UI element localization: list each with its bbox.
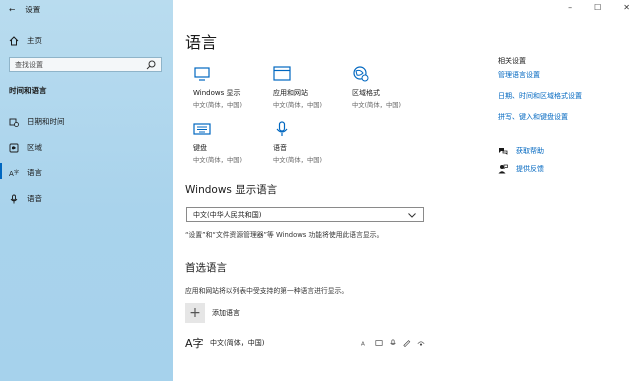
search-icon[interactable] [146,60,156,70]
tile-label: 语音 [273,144,287,152]
back-arrow-icon[interactable]: ← [9,5,15,14]
tile-label: 区域格式 [352,89,380,97]
list-item[interactable]: A字 中文(简体，中国) A [185,335,425,351]
window-title: 设置 [25,5,41,14]
tile-label: 键盘 [193,144,207,152]
tile-sublabel: 中文(简体，中国) [193,157,242,164]
window-controls: – ☐ ✕ [568,3,630,12]
display-language-note: “设置”和“文件资源管理器”等 Windows 功能将使用此语言显示。 [185,231,384,239]
handwriting-feature-icon [403,339,411,347]
language-icon: A字 [9,168,19,178]
get-help-label: 获取帮助 [516,147,544,155]
tile-sublabel: 中文(简体，中国) [273,102,322,109]
language-features: A [361,339,425,347]
app-window-icon [273,66,291,82]
keyboard-icon [193,121,211,137]
close-button[interactable]: ✕ [623,3,630,12]
language-glyph-icon: A字 [185,337,204,350]
globe-icon [9,143,19,153]
help-chat-icon [498,146,508,156]
window-title-bar: ← 设置 [9,4,40,15]
home-icon [9,35,19,46]
sidebar-item-label: 日期和时间 [27,117,65,126]
add-language-label: 添加语言 [212,309,240,317]
minimize-button[interactable]: – [568,3,572,12]
tile-region-format[interactable]: 区域格式 中文(简体，中国) [352,66,427,109]
give-feedback-label: 提供反馈 [516,165,544,173]
tile-sublabel: 中文(简体，中国) [352,102,401,109]
spelling-typing-keyboard-link[interactable]: 拼写、键入和键盘设置 [498,112,568,122]
sidebar-item-language[interactable]: A字 语言 [0,163,164,179]
monitor-icon [193,66,211,82]
keyboard-feature-icon [375,339,383,347]
related-settings-heading: 相关设置 [498,57,526,65]
language-name: 中文(简体，中国) [210,339,265,347]
plus-icon: + [185,303,205,323]
speech-recognition-feature-icon [417,339,425,347]
get-help-link[interactable]: 获取帮助 [498,146,544,156]
tile-label: Windows 显示 [193,89,241,97]
home-label: 主页 [27,36,42,45]
tile-apps-websites[interactable]: 应用和网站 中文(简体，中国) [273,66,348,109]
search-placeholder: 查找设置 [15,60,43,69]
home-link[interactable]: 主页 [9,35,42,46]
search-input[interactable]: 查找设置 [9,57,162,72]
microphone-icon [273,121,291,137]
section-title: 时间和语言 [9,86,47,95]
svg-text:字: 字 [14,169,19,176]
date-time-region-format-link[interactable]: 日期、时间和区域格式设置 [498,91,582,101]
sidebar-item-label: 语音 [27,194,42,203]
calendar-clock-icon [9,117,19,127]
display-language-feature-icon: A [361,339,369,347]
preferred-language-note: 应用和网站将以列表中受支持的第一种语言进行显示。 [185,287,349,295]
sidebar-item-label: 区域 [27,143,42,152]
speech-feature-icon [389,339,397,347]
add-language-button[interactable]: + 添加语言 [185,303,240,323]
sidebar-item-date-time[interactable]: 日期和时间 [0,116,164,127]
display-language-heading: Windows 显示语言 [185,184,278,196]
page-title: 语言 [185,33,218,52]
sidebar: ← 设置 主页 查找设置 时间和语言 日期和时间 区域 A字 语言 语音 [0,0,173,381]
display-language-dropdown[interactable]: 中文(中华人民共和国) [186,207,424,222]
microphone-icon [9,194,19,204]
region-format-icon [352,66,370,82]
give-feedback-link[interactable]: 提供反馈 [498,164,544,174]
sidebar-item-speech[interactable]: 语音 [0,193,164,204]
tile-windows-display[interactable]: Windows 显示 中文(简体，中国) [193,66,268,109]
tile-keyboard[interactable]: 键盘 中文(简体，中国) [193,121,268,164]
tile-sublabel: 中文(简体，中国) [193,102,242,109]
svg-text:A: A [361,341,365,347]
main-content: – ☐ ✕ 语言 Windows 显示 中文(简体，中国) 应用和网站 中文(简… [173,0,640,381]
tile-sublabel: 中文(简体，中国) [273,157,322,164]
dropdown-value: 中文(中华人民共和国) [193,210,262,219]
tile-speech[interactable]: 语音 中文(简体，中国) [273,121,348,164]
tile-label: 应用和网站 [273,89,308,97]
maximize-button[interactable]: ☐ [594,3,601,12]
chevron-down-icon [407,210,417,220]
sidebar-item-region[interactable]: 区域 [0,142,164,153]
manage-language-settings-link[interactable]: 管理语言设置 [498,70,540,80]
feedback-icon [498,164,508,174]
preferred-language-heading: 首选语言 [185,262,227,274]
sidebar-item-label: 语言 [27,168,42,177]
